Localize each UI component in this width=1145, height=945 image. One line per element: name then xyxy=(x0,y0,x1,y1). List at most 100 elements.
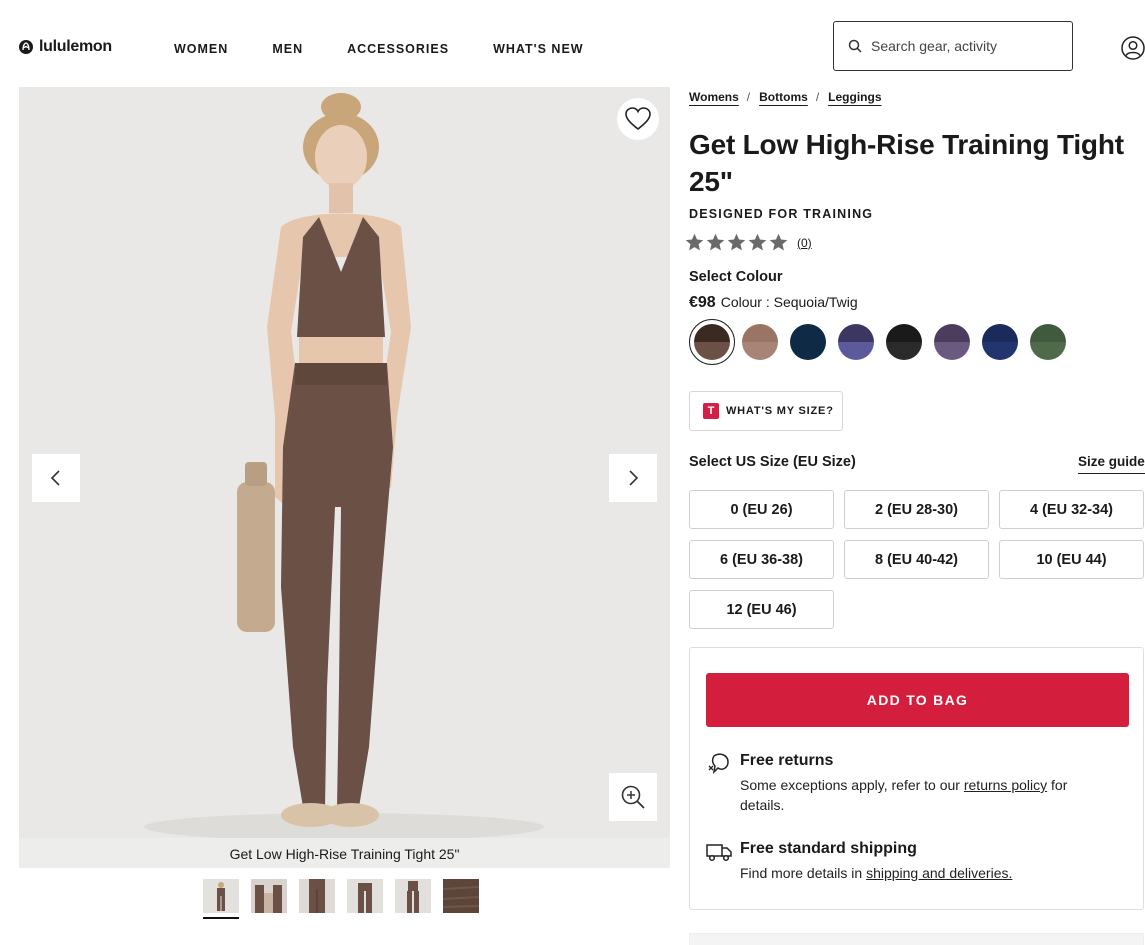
colour-swatch[interactable] xyxy=(785,319,831,365)
thumbnail[interactable] xyxy=(395,879,431,919)
free-returns-text-before: Some exceptions apply, refer to our xyxy=(740,777,964,793)
colour-swatch-fill xyxy=(838,324,874,360)
colour-swatch-fill xyxy=(742,324,778,360)
breadcrumb-leggings[interactable]: Leggings xyxy=(828,90,881,104)
previous-image-button[interactable] xyxy=(32,454,80,502)
star-icon xyxy=(685,233,704,251)
breadcrumb-separator: / xyxy=(815,90,820,104)
size-option[interactable]: 8 (EU 40-42) xyxy=(844,540,989,579)
chevron-right-icon xyxy=(629,470,639,486)
size-option[interactable]: 12 (EU 46) xyxy=(689,590,834,629)
purchase-panel: ADD TO BAG Free returns Some exceptions … xyxy=(689,647,1144,910)
breadcrumb: Womens / Bottoms / Leggings xyxy=(689,90,882,104)
colour-swatches xyxy=(689,319,1073,365)
colour-swatch[interactable] xyxy=(689,319,735,365)
colour-swatch[interactable] xyxy=(977,319,1023,365)
zoom-button[interactable] xyxy=(609,773,657,821)
image-caption: Get Low High-Rise Training Tight 25" xyxy=(229,846,460,862)
nav-item-accessories[interactable]: ACCESSORIES xyxy=(347,42,449,56)
thumbnail-strip xyxy=(203,879,480,919)
colour-swatch-fill xyxy=(982,324,1018,360)
truck-icon xyxy=(706,844,732,862)
size-option[interactable]: 10 (EU 44) xyxy=(999,540,1144,579)
size-guide-link[interactable]: Size guide xyxy=(1078,454,1145,474)
zoom-in-icon xyxy=(621,785,645,809)
thumbnail[interactable] xyxy=(251,879,287,919)
selected-colour-label: Colour : Sequoia/Twig xyxy=(720,294,858,310)
star-icon xyxy=(706,233,725,251)
colour-swatch[interactable] xyxy=(929,319,975,365)
thumbnail[interactable] xyxy=(442,879,480,919)
free-returns-info: Free returns Some exceptions apply, refe… xyxy=(706,752,1126,822)
product-rating[interactable]: (0) xyxy=(684,232,812,253)
price-row: €98 Colour : Sequoia/Twig xyxy=(689,294,858,312)
free-shipping-title: Free standard shipping xyxy=(740,840,917,857)
next-image-button[interactable] xyxy=(609,454,657,502)
true-fit-icon: T xyxy=(703,403,719,419)
colour-swatch-fill xyxy=(1030,324,1066,360)
thumbnail[interactable] xyxy=(203,879,239,919)
size-option[interactable]: 6 (EU 36-38) xyxy=(689,540,834,579)
thumbnail-image xyxy=(347,879,383,913)
thumbnail-image xyxy=(299,879,335,913)
breadcrumb-bottoms[interactable]: Bottoms xyxy=(759,90,808,104)
product-photo-model xyxy=(19,87,670,838)
colour-swatch[interactable] xyxy=(881,319,927,365)
main-nav: WOMEN MEN ACCESSORIES WHAT'S NEW xyxy=(174,42,628,56)
colour-swatch-fill xyxy=(886,324,922,360)
colour-swatch[interactable] xyxy=(833,319,879,365)
colour-swatch-fill xyxy=(790,324,826,360)
select-colour-label: Select Colour xyxy=(689,269,783,285)
free-shipping-text: Find more details in shipping and delive… xyxy=(740,863,1110,883)
next-section-edge xyxy=(689,933,1144,945)
lululemon-logo-mark-icon xyxy=(19,40,33,54)
star-icon xyxy=(727,233,746,251)
thumbnail-image xyxy=(251,879,287,913)
product-image-gallery: Get Low High-Rise Training Tight 25" xyxy=(19,87,670,868)
size-option[interactable]: 0 (EU 26) xyxy=(689,490,834,529)
thumbnail[interactable] xyxy=(347,879,383,919)
star-icon xyxy=(769,233,788,251)
search-input[interactable] xyxy=(871,38,1061,54)
site-header: lululemon WOMEN MEN ACCESSORIES WHAT'S N… xyxy=(0,0,1145,87)
shipping-deliveries-link[interactable]: shipping and deliveries. xyxy=(866,865,1012,881)
thumbnail-image xyxy=(442,879,480,913)
thumbnail-image xyxy=(395,879,431,913)
thumbnail[interactable] xyxy=(299,879,335,919)
star-icon xyxy=(748,233,767,251)
size-option[interactable]: 2 (EU 28-30) xyxy=(844,490,989,529)
returns-policy-link[interactable]: returns policy xyxy=(964,777,1047,793)
lululemon-logo[interactable]: lululemon xyxy=(19,38,112,56)
free-returns-title: Free returns xyxy=(740,752,834,769)
nav-item-women[interactable]: WOMEN xyxy=(174,42,228,56)
heart-icon xyxy=(625,107,651,131)
search-box[interactable] xyxy=(833,21,1073,71)
account-icon[interactable] xyxy=(1121,36,1145,60)
nav-item-whats-new[interactable]: WHAT'S NEW xyxy=(493,42,584,56)
wishlist-button[interactable] xyxy=(617,98,659,140)
colour-swatch-fill xyxy=(694,324,730,360)
whats-my-size-button[interactable]: T WHAT'S MY SIZE? xyxy=(689,391,843,431)
add-to-bag-button[interactable]: ADD TO BAG xyxy=(706,673,1129,727)
colour-swatch[interactable] xyxy=(1025,319,1071,365)
select-size-label: Select US Size (EU Size) xyxy=(689,454,856,470)
search-icon xyxy=(848,39,862,53)
free-returns-text: Some exceptions apply, refer to our retu… xyxy=(740,775,1110,815)
free-shipping-info: Free standard shipping Find more details… xyxy=(706,840,1126,890)
nav-item-men[interactable]: MEN xyxy=(272,42,303,56)
product-tagline: DESIGNED FOR TRAINING xyxy=(689,207,874,221)
size-option[interactable]: 4 (EU 32-34) xyxy=(999,490,1144,529)
active-thumbnail-indicator xyxy=(203,917,239,919)
logo-text: lululemon xyxy=(39,38,112,55)
product-title: Get Low High-Rise Training Tight 25" xyxy=(689,129,1124,197)
returns-icon xyxy=(708,753,729,775)
whats-my-size-label: WHAT'S MY SIZE? xyxy=(726,405,834,417)
thumbnail-image xyxy=(203,879,239,913)
colour-swatch-fill xyxy=(934,324,970,360)
review-count-link[interactable]: (0) xyxy=(797,236,812,250)
colour-swatch[interactable] xyxy=(737,319,783,365)
product-price: €98 xyxy=(689,294,716,311)
breadcrumb-womens[interactable]: Womens xyxy=(689,90,739,104)
breadcrumb-separator: / xyxy=(746,90,751,104)
free-shipping-text-before: Find more details in xyxy=(740,865,867,881)
